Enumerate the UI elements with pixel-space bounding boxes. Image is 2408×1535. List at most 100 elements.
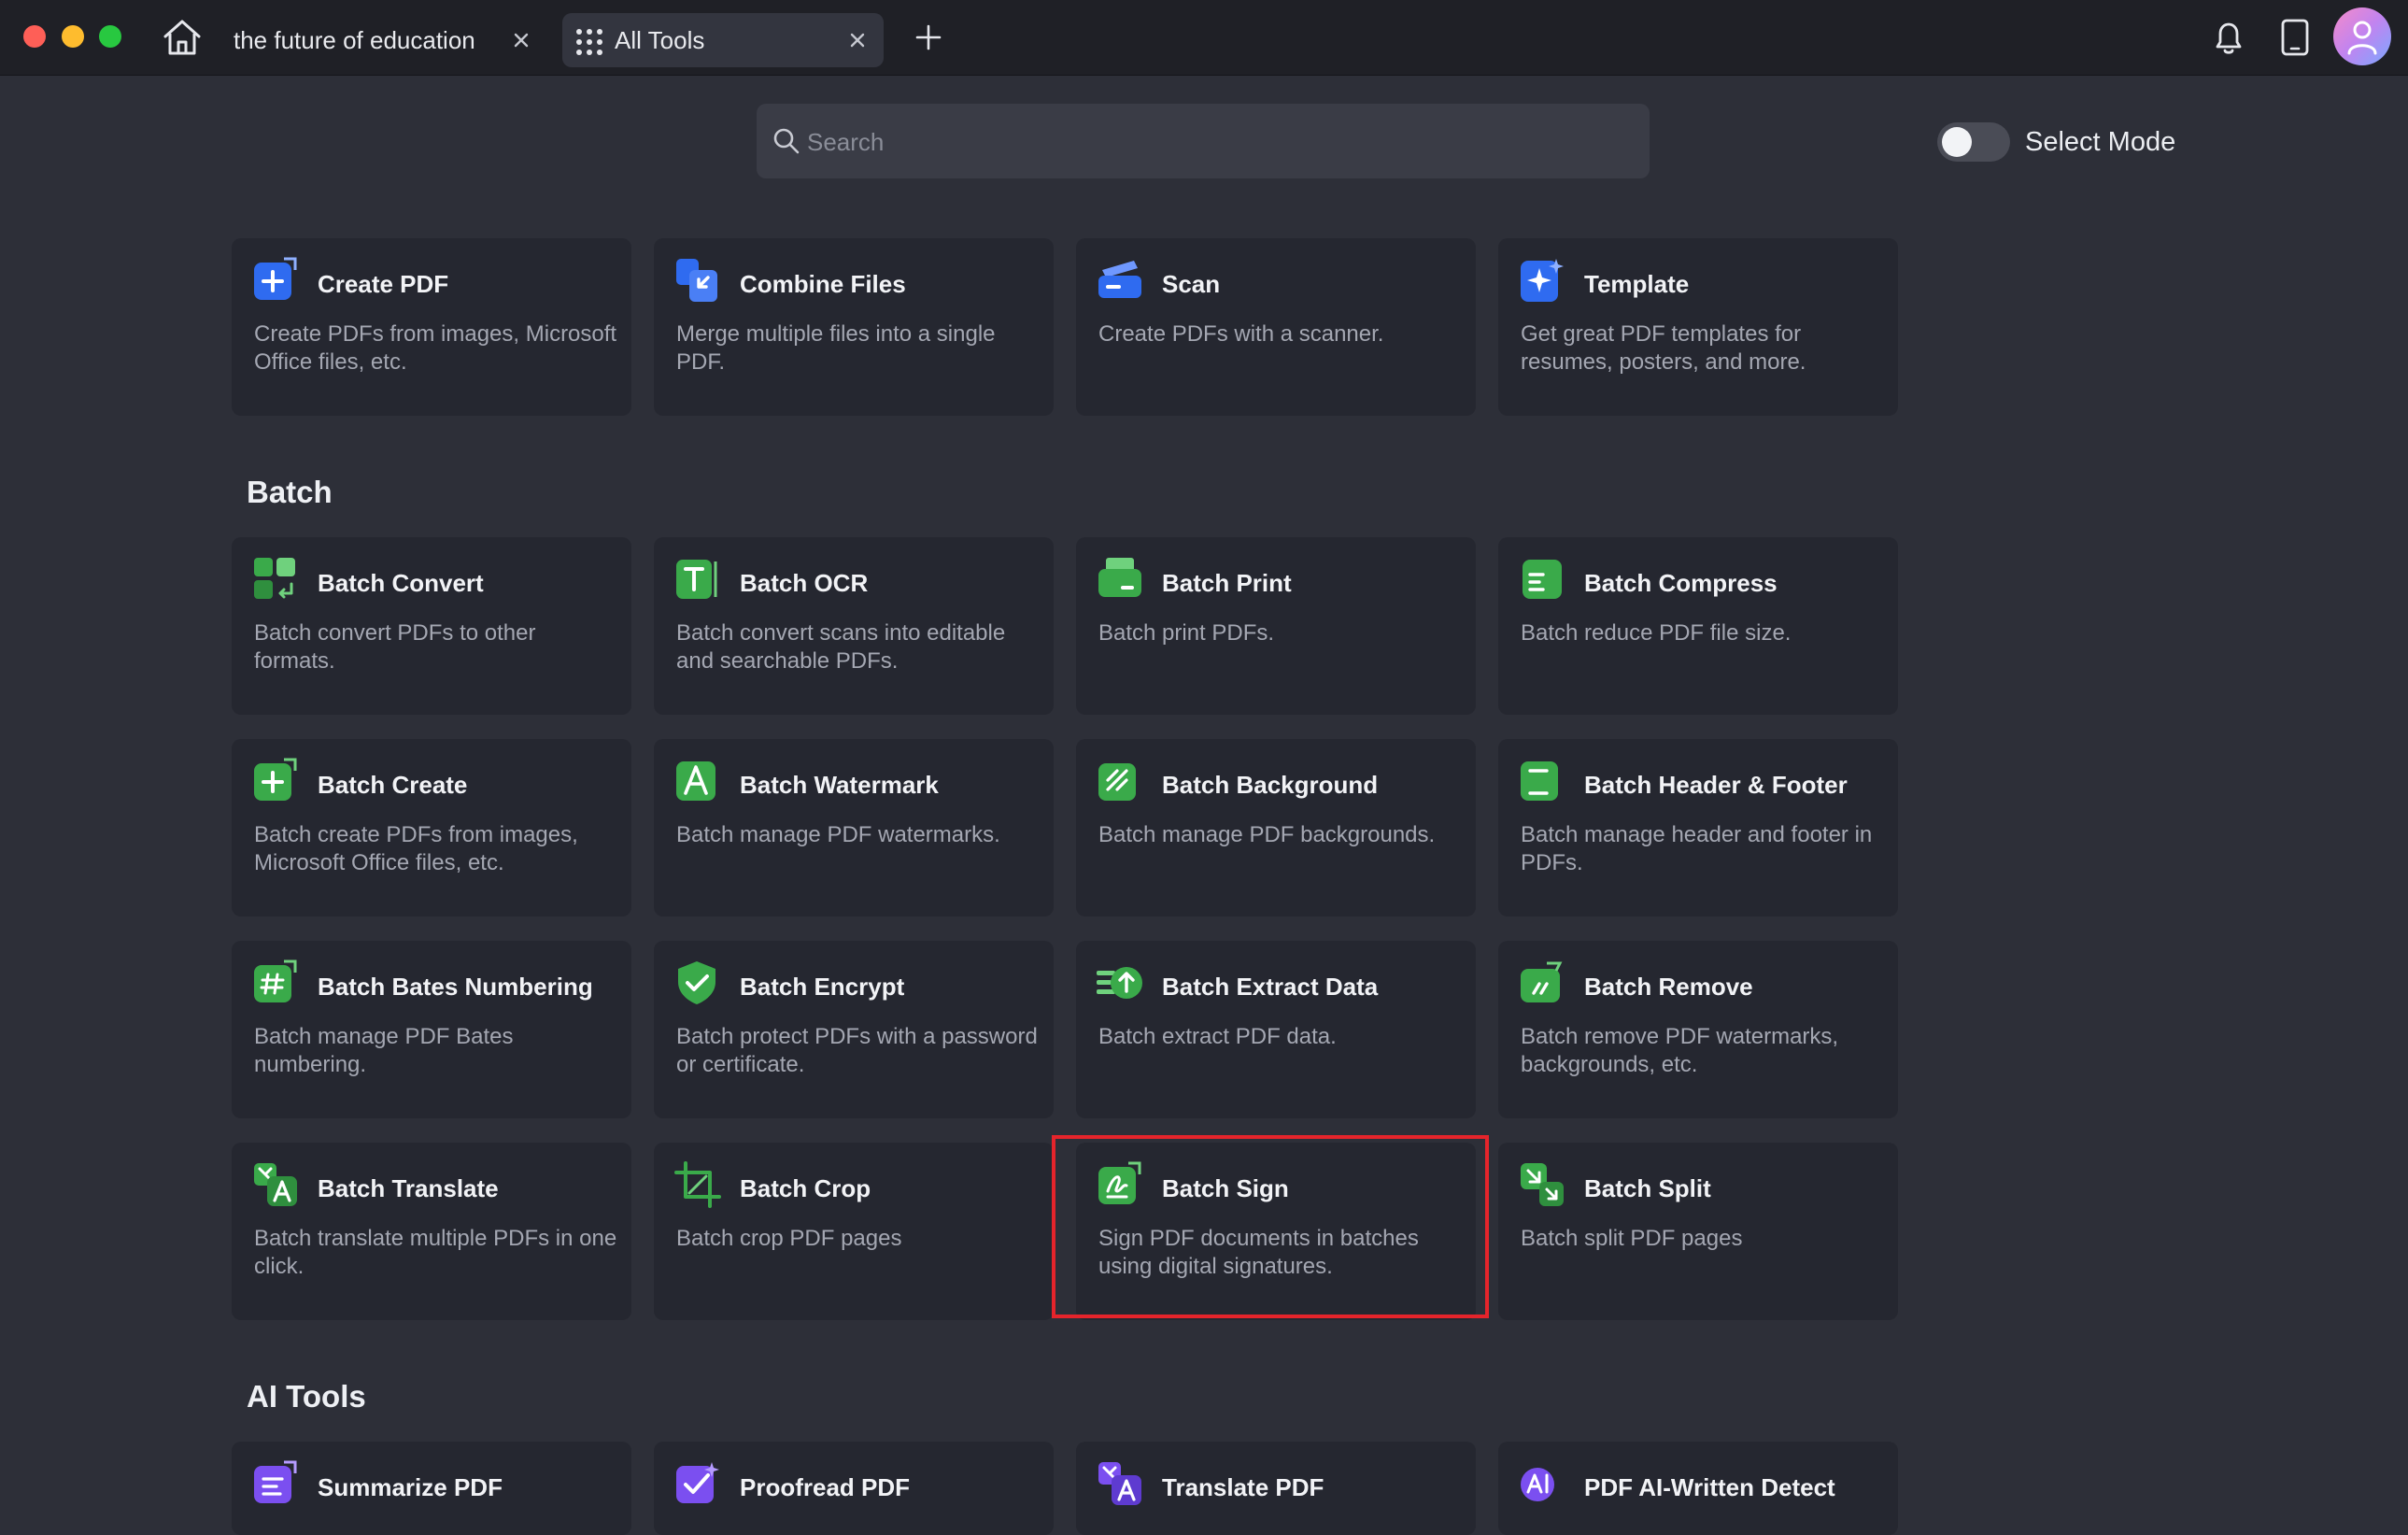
- tool-card-scan[interactable]: Scan Create PDFs with a scanner.: [1076, 238, 1476, 416]
- card-title: Batch Print: [1162, 569, 1292, 597]
- tool-card-batch-compress[interactable]: Batch Compress Batch reduce PDF file siz…: [1498, 537, 1898, 715]
- card-description: Create PDFs from images, Microsoft Offic…: [254, 321, 617, 375]
- tab-label: All Tools: [615, 25, 705, 54]
- batch-bates-icon: [254, 959, 297, 1002]
- tool-card-summarize-pdf[interactable]: Summarize PDF: [232, 1442, 631, 1535]
- translate-pdf-icon: [1098, 1462, 1141, 1505]
- search-icon: [773, 128, 800, 154]
- tool-card-batch-header-footer[interactable]: Batch Header & Footer Batch manage heade…: [1498, 739, 1898, 917]
- card-description: Get great PDF templates for resumes, pos…: [1521, 321, 1806, 375]
- card-title: Create PDF: [318, 270, 449, 298]
- search-input[interactable]: [805, 117, 1631, 167]
- close-tab-icon[interactable]: [508, 27, 534, 53]
- batch-convert-icon: [254, 558, 295, 599]
- template-icon: [1521, 259, 1564, 302]
- card-title: Batch Extract Data: [1162, 973, 1379, 1001]
- batch-crop-icon: [674, 1161, 721, 1208]
- card-title: Batch Remove: [1584, 973, 1753, 1001]
- tool-card-batch-crop[interactable]: Batch Crop Batch crop PDF pages: [654, 1143, 1054, 1320]
- close-tab-icon[interactable]: [844, 27, 871, 53]
- card-title: Batch OCR: [740, 569, 869, 597]
- card-description: Batch print PDFs.: [1098, 620, 1275, 646]
- tool-card-batch-background[interactable]: Batch Background Batch manage PDF backgr…: [1076, 739, 1476, 917]
- card-title: Batch Sign: [1162, 1174, 1289, 1202]
- card-title: Batch Compress: [1584, 569, 1778, 597]
- tab-all-tools[interactable]: All Tools: [562, 13, 884, 67]
- card-title: Translate PDF: [1162, 1473, 1324, 1501]
- select-mode-toggle[interactable]: [1937, 122, 2010, 162]
- tool-card-batch-bates-numbering[interactable]: Batch Bates Numbering Batch manage PDF B…: [232, 941, 631, 1118]
- summarize-pdf-icon: [254, 1460, 297, 1503]
- tool-card-template[interactable]: Template Get great PDF templates for res…: [1498, 238, 1898, 416]
- card-description: Create PDFs with a scanner.: [1098, 321, 1384, 347]
- batch-compress-icon: [1523, 560, 1562, 599]
- tool-card-batch-encrypt[interactable]: Batch Encrypt Batch protect PDFs with a …: [654, 941, 1054, 1118]
- tool-card-combine-files[interactable]: Combine Files Merge multiple files into …: [654, 238, 1054, 416]
- bell-icon[interactable]: [2210, 17, 2247, 58]
- tool-card-batch-translate[interactable]: Batch Translate Batch translate multiple…: [232, 1143, 631, 1320]
- batch-ocr-icon: [676, 560, 717, 599]
- batch-background-icon: [1098, 763, 1136, 801]
- section-title-batch: Batch: [247, 475, 333, 509]
- tool-card-batch-extract-data[interactable]: Batch Extract Data Batch extract PDF dat…: [1076, 941, 1476, 1118]
- card-title: Batch Create: [318, 771, 468, 799]
- create-pdf-icon: [254, 257, 297, 300]
- batch-translate-icon: [254, 1163, 297, 1206]
- card-title: Batch Convert: [318, 569, 484, 597]
- tool-card-batch-sign[interactable]: Batch Sign Sign PDF documents in batches…: [1076, 1143, 1476, 1320]
- batch-watermark-icon: [676, 761, 715, 801]
- new-tab-icon[interactable]: [914, 22, 943, 52]
- tab-document[interactable]: the future of education: [220, 13, 547, 67]
- card-description: Batch manage PDF Bates numbering.: [254, 1024, 514, 1077]
- card-title: Batch Background: [1162, 771, 1379, 799]
- card-title: Scan: [1162, 270, 1221, 298]
- tool-card-batch-watermark[interactable]: Batch Watermark Batch manage PDF waterma…: [654, 739, 1054, 917]
- card-title: Batch Crop: [740, 1174, 871, 1202]
- tool-card-batch-remove[interactable]: Batch Remove Batch remove PDF watermarks…: [1498, 941, 1898, 1118]
- card-description: Batch translate multiple PDFs in one cli…: [254, 1226, 617, 1279]
- select-mode-label: Select Mode: [2025, 127, 2176, 157]
- tool-card-create-pdf[interactable]: Create PDF Create PDFs from images, Micr…: [232, 238, 631, 416]
- card-title: Batch Watermark: [740, 771, 939, 799]
- combine-files-icon: [676, 259, 717, 302]
- card-description: Batch crop PDF pages: [676, 1226, 902, 1251]
- tab-label: the future of education: [234, 25, 475, 54]
- card-title: Summarize PDF: [318, 1473, 503, 1501]
- batch-extract-icon: [1097, 967, 1142, 999]
- avatar[interactable]: [2333, 7, 2391, 65]
- card-description: Merge multiple files into a single PDF.: [676, 321, 996, 375]
- zoom-window-button[interactable]: [99, 25, 121, 48]
- tool-card-translate-pdf[interactable]: Translate PDF: [1076, 1442, 1476, 1535]
- card-description: Batch reduce PDF file size.: [1521, 620, 1792, 646]
- tool-card-batch-convert[interactable]: Batch Convert Batch convert PDFs to othe…: [232, 537, 631, 715]
- tool-card-batch-split[interactable]: Batch Split Batch split PDF pages: [1498, 1143, 1898, 1320]
- card-description: Batch manage header and footer in PDFs.: [1521, 822, 1873, 875]
- card-title: Batch Split: [1584, 1174, 1711, 1202]
- tool-card-pdf-ai-written-detect[interactable]: PDF AI-Written Detect: [1498, 1442, 1898, 1535]
- scanner-icon: [1098, 261, 1141, 298]
- batch-split-icon: [1521, 1163, 1564, 1206]
- minimize-window-button[interactable]: [62, 25, 84, 48]
- tool-card-batch-ocr[interactable]: Batch OCR Batch convert scans into edita…: [654, 537, 1054, 715]
- device-icon[interactable]: [2279, 17, 2311, 58]
- card-description: Batch extract PDF data.: [1098, 1024, 1337, 1049]
- grid-icon: [576, 29, 602, 55]
- card-title: Combine Files: [740, 270, 906, 298]
- card-description: Batch manage PDF backgrounds.: [1098, 822, 1436, 847]
- home-icon[interactable]: [161, 17, 204, 58]
- card-description: Batch protect PDFs with a password or ce…: [676, 1024, 1038, 1077]
- tool-card-batch-print[interactable]: Batch Print Batch print PDFs.: [1076, 537, 1476, 715]
- close-window-button[interactable]: [23, 25, 46, 48]
- card-description: Batch manage PDF watermarks.: [676, 822, 1000, 847]
- card-title: Template: [1584, 270, 1690, 298]
- card-title: PDF AI-Written Detect: [1584, 1473, 1835, 1501]
- batch-encrypt-icon: [678, 961, 715, 1004]
- card-title: Proofread PDF: [740, 1473, 911, 1501]
- batch-sign-icon: [1098, 1161, 1141, 1204]
- section-title-ai-tools: AI Tools: [247, 1379, 366, 1414]
- card-description: Sign PDF documents in batches using digi…: [1098, 1226, 1419, 1279]
- tool-card-proofread-pdf[interactable]: Proofread PDF: [654, 1442, 1054, 1535]
- card-description: Batch convert PDFs to other formats.: [254, 620, 536, 674]
- search-bar[interactable]: [757, 104, 1650, 178]
- tool-card-batch-create[interactable]: Batch Create Batch create PDFs from imag…: [232, 739, 631, 917]
